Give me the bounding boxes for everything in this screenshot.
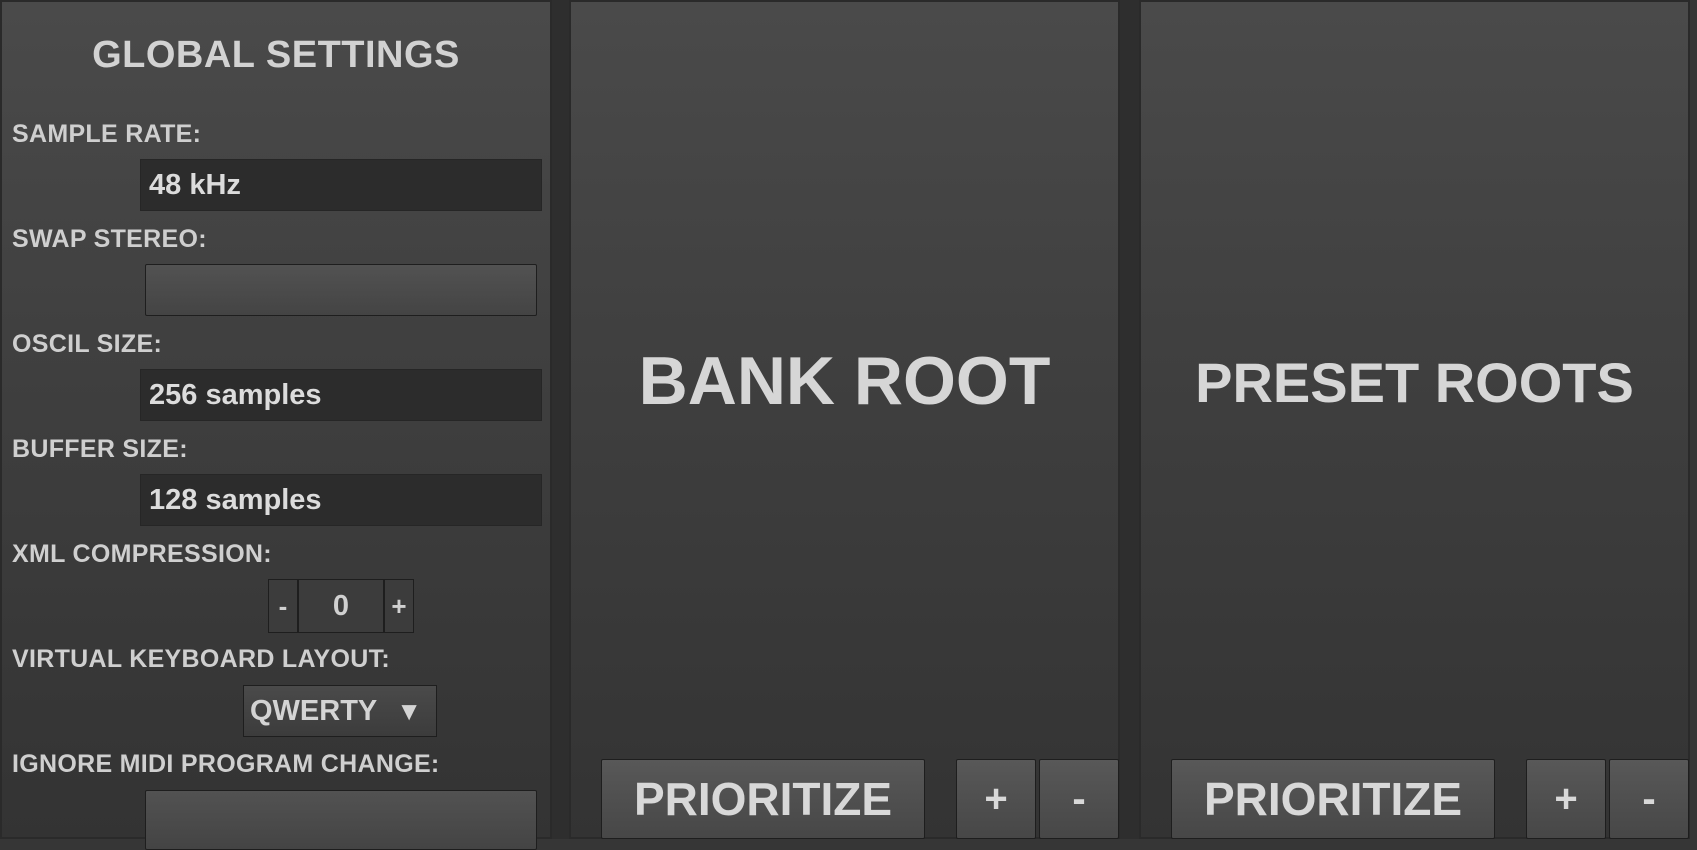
preset-add-button[interactable]: + <box>1526 759 1606 839</box>
preset-roots-panel: PRESET ROOTS PRIORITIZE + - <box>1139 0 1690 839</box>
keyboard-layout-value: QWERTY <box>250 695 378 727</box>
panel-gap <box>1120 0 1139 839</box>
bank-add-button[interactable]: + <box>956 759 1036 839</box>
swap-stereo-toggle[interactable] <box>145 264 537 316</box>
oscil-size-field[interactable]: 256 samples <box>140 369 542 421</box>
bank-remove-button[interactable]: - <box>1039 759 1119 839</box>
panel-gap <box>552 0 569 839</box>
preset-prioritize-button[interactable]: PRIORITIZE <box>1171 759 1495 839</box>
xml-compression-decrement-button[interactable]: - <box>268 579 298 633</box>
global-settings-panel: GLOBAL SETTINGS SAMPLE RATE: 48 kHz SWAP… <box>0 0 552 850</box>
ignore-midi-toggle[interactable] <box>145 790 537 850</box>
bank-root-title: BANK ROOT <box>638 343 1051 419</box>
xml-compression-increment-button[interactable]: + <box>384 579 414 633</box>
dropdown-arrow-icon: ▼ <box>396 696 422 726</box>
preset-remove-button[interactable]: - <box>1609 759 1689 839</box>
ignore-midi-label: IGNORE MIDI PROGRAM CHANGE: <box>12 750 440 778</box>
buffer-size-label: BUFFER SIZE: <box>12 435 188 463</box>
bank-prioritize-button[interactable]: PRIORITIZE <box>601 759 925 839</box>
preset-roots-title: PRESET ROOTS <box>1195 351 1634 414</box>
buffer-size-field[interactable]: 128 samples <box>140 474 542 526</box>
swap-stereo-label: SWAP STEREO: <box>12 225 207 253</box>
xml-compression-label: XML COMPRESSION: <box>12 540 272 568</box>
oscil-size-label: OSCIL SIZE: <box>12 330 163 358</box>
sample-rate-field[interactable]: 48 kHz <box>140 159 542 211</box>
global-settings-title: GLOBAL SETTINGS <box>92 34 460 76</box>
keyboard-layout-label: VIRTUAL KEYBOARD LAYOUT: <box>12 645 391 673</box>
keyboard-layout-dropdown[interactable]: QWERTY ▼ <box>243 685 437 737</box>
bank-root-panel: BANK ROOT PRIORITIZE + - <box>569 0 1120 839</box>
xml-compression-value[interactable]: 0 <box>298 579 384 633</box>
sample-rate-label: SAMPLE RATE: <box>12 120 202 148</box>
